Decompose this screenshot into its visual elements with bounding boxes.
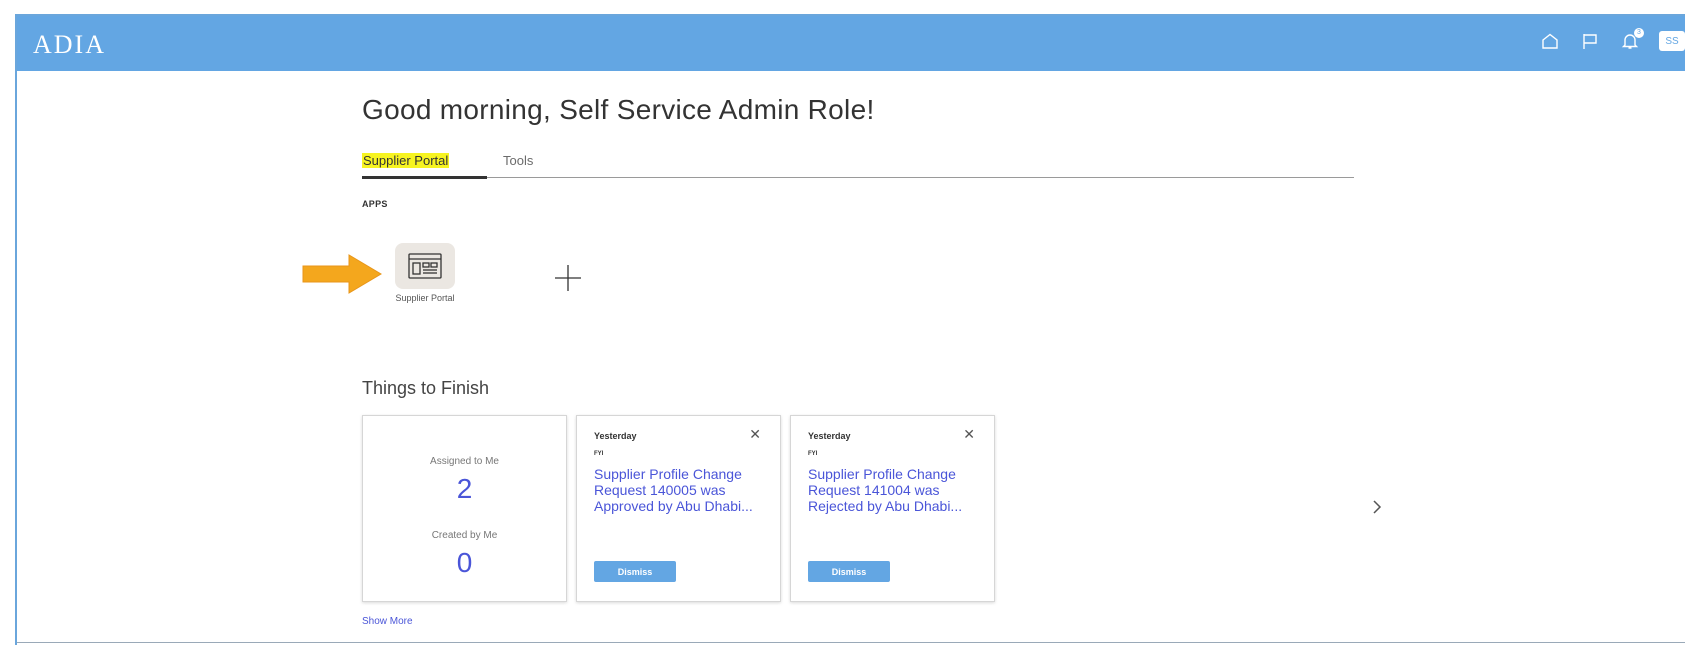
app-tile-label: Supplier Portal <box>395 293 455 303</box>
adia-logo[interactable]: ADIA <box>33 30 106 60</box>
supplier-portal-icon <box>395 243 455 289</box>
notification-badge: 3 <box>1634 28 1644 38</box>
notification-bell-icon[interactable]: 3 <box>1619 28 1644 52</box>
page-greeting: Good morning, Self Service Admin Role! <box>362 94 875 125</box>
dismiss-button[interactable]: Dismiss <box>808 561 890 582</box>
flag-icon[interactable] <box>1579 30 1601 52</box>
top-bar: ADIA 3 SS <box>17 16 1685 71</box>
plus-icon[interactable] <box>553 263 583 293</box>
notification-card: Yesterday ✕ FYI Supplier Profile Change … <box>790 415 995 602</box>
tab-tools[interactable]: Tools <box>503 153 533 168</box>
tab-bar: Supplier Portal Tools <box>362 151 1354 179</box>
notification-link[interactable]: Supplier Profile Change Request 141004 w… <box>808 466 988 514</box>
dismiss-button[interactable]: Dismiss <box>594 561 676 582</box>
assigned-to-me-count[interactable]: 2 <box>363 473 566 505</box>
notification-type: FYI <box>594 451 604 457</box>
top-icons: 3 SS <box>1539 28 1685 52</box>
summary-card: Assigned to Me 2 Created by Me 0 <box>362 415 567 602</box>
created-by-me-label: Created by Me <box>431 530 498 541</box>
assigned-to-me-label: Assigned to Me <box>430 456 499 467</box>
user-avatar[interactable]: SS <box>1659 31 1685 51</box>
chevron-right-icon[interactable] <box>1370 497 1384 517</box>
notification-type: FYI <box>808 451 818 457</box>
bottom-divider <box>17 642 1685 643</box>
notification-date: Yesterday <box>808 431 851 441</box>
close-icon[interactable]: ✕ <box>963 427 975 441</box>
active-tab-indicator <box>362 176 487 179</box>
things-to-finish-title: Things to Finish <box>362 378 490 398</box>
close-icon[interactable]: ✕ <box>749 427 761 441</box>
annotation-arrow-icon <box>302 254 382 294</box>
notification-date: Yesterday <box>594 431 637 441</box>
app-tile-supplier-portal[interactable]: Supplier Portal <box>392 243 458 303</box>
tab-supplier-portal[interactable]: Supplier Portal <box>362 153 450 168</box>
notification-link[interactable]: Supplier Profile Change Request 140005 w… <box>594 466 774 514</box>
notification-card: Yesterday ✕ FYI Supplier Profile Change … <box>576 415 781 602</box>
show-more-link[interactable]: Show More <box>362 616 413 627</box>
home-icon[interactable] <box>1539 30 1561 52</box>
apps-section-label: APPS <box>362 199 388 209</box>
created-by-me-count[interactable]: 0 <box>363 547 566 579</box>
